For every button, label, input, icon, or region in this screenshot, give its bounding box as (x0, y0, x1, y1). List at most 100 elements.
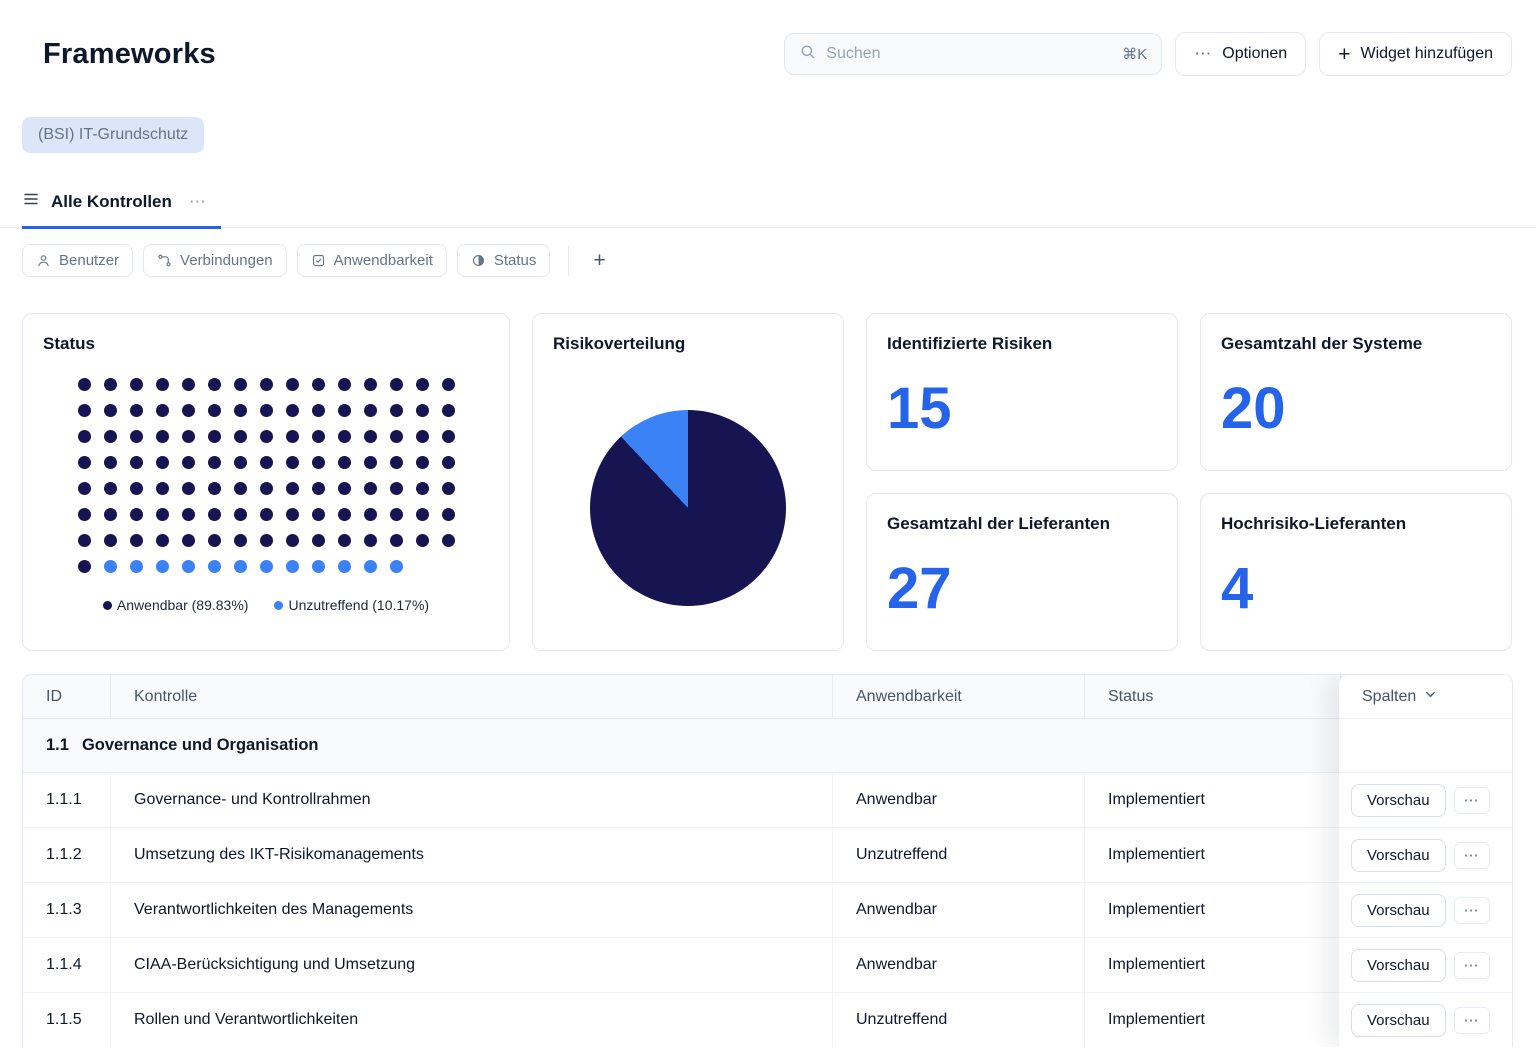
matrix-dot (156, 508, 169, 521)
preview-button[interactable]: Vorschau (1351, 894, 1446, 927)
tab-more-icon[interactable]: ⋯ (189, 192, 207, 212)
cell-anwendbarkeit: Unzutreffend (833, 993, 1085, 1047)
preview-button[interactable]: Vorschau (1351, 839, 1446, 872)
matrix-dot (286, 456, 299, 469)
options-button[interactable]: ⋯ Optionen (1175, 32, 1306, 76)
table-body: 1.1.1Governance- und KontrollrahmenAnwen… (23, 773, 1512, 1047)
matrix-dot (104, 560, 117, 573)
matrix-dot (208, 508, 221, 521)
matrix-dot (234, 508, 247, 521)
matrix-dot (312, 404, 325, 417)
stat-card-value: 27 (887, 560, 1157, 618)
filter-status[interactable]: Status (457, 244, 551, 277)
group-row: 1.1 Governance und Organisation (23, 719, 1512, 773)
matrix-dot (286, 430, 299, 443)
add-filter-button[interactable]: + (587, 248, 611, 273)
matrix-dot (182, 430, 195, 443)
matrix-dot (364, 482, 377, 495)
matrix-dot (130, 508, 143, 521)
matrix-dot (286, 378, 299, 391)
row-more-button[interactable]: ⋯ (1454, 842, 1490, 869)
matrix-dot (338, 560, 351, 573)
matrix-dot (442, 534, 455, 547)
matrix-dot (260, 456, 273, 469)
search-input[interactable] (826, 45, 1112, 63)
preview-button[interactable]: Vorschau (1351, 1004, 1446, 1037)
legend-dot-unzutreffend (274, 601, 283, 610)
matrix-dot (182, 534, 195, 547)
row-more-button[interactable]: ⋯ (1454, 952, 1490, 979)
matrix-dot (390, 560, 403, 573)
table-row[interactable]: 1.1.3Verantwortlichkeiten des Management… (23, 883, 1512, 938)
status-card: Status Anwendbar (89.83%) Unzutreffend (… (22, 313, 510, 651)
matrix-dot (338, 534, 351, 547)
matrix-dot (312, 430, 325, 443)
matrix-dot (156, 404, 169, 417)
framework-chip[interactable]: (BSI) IT-Grundschutz (22, 117, 204, 153)
cell-status: Implementiert (1085, 883, 1341, 937)
matrix-dot (234, 404, 247, 417)
matrix-dot (390, 534, 403, 547)
matrix-dot (312, 482, 325, 495)
cell-anwendbarkeit: Anwendbar (833, 773, 1085, 827)
matrix-dot (390, 404, 403, 417)
row-actions: Vorschau ⋯ (1339, 773, 1512, 828)
matrix-dot (260, 404, 273, 417)
matrix-dot (104, 430, 117, 443)
matrix-dot (78, 378, 91, 391)
stat-card-title: Gesamtzahl der Lieferanten (887, 514, 1157, 534)
matrix-dot (234, 534, 247, 547)
preview-button[interactable]: Vorschau (1351, 784, 1446, 817)
filter-verbindungen[interactable]: Verbindungen (143, 244, 287, 277)
matrix-dot (442, 456, 455, 469)
col-header-status: Status (1085, 675, 1341, 718)
connections-icon (157, 253, 172, 268)
filter-anwendbarkeit[interactable]: Anwendbarkeit (297, 244, 447, 277)
matrix-dot (260, 560, 273, 573)
table-row[interactable]: 1.1.1Governance- und KontrollrahmenAnwen… (23, 773, 1512, 828)
stat-card-value: 4 (1221, 560, 1491, 618)
matrix-dot (130, 430, 143, 443)
add-widget-button[interactable]: + Widget hinzufügen (1319, 32, 1512, 76)
matrix-dot (442, 404, 455, 417)
group-label: Governance und Organisation (82, 736, 319, 755)
legend-item-unzutreffend: Unzutreffend (10.17%) (274, 597, 429, 613)
table-row[interactable]: 1.1.5Rollen und VerantwortlichkeitenUnzu… (23, 993, 1512, 1047)
more-icon: ⋯ (1194, 44, 1212, 64)
filter-benutzer[interactable]: Benutzer (22, 244, 133, 277)
stat-card-gesamtzahl-lieferanten: Gesamtzahl der Lieferanten 27 (866, 493, 1178, 651)
search-box[interactable]: ⌘K (784, 33, 1162, 75)
matrix-dot (182, 378, 195, 391)
matrix-dot (260, 430, 273, 443)
matrix-dot (286, 404, 299, 417)
matrix-dot (390, 508, 403, 521)
row-more-button[interactable]: ⋯ (1454, 787, 1490, 814)
plus-icon: + (1338, 44, 1350, 65)
tab-label: Alle Kontrollen (51, 192, 172, 212)
cell-id: 1.1.3 (23, 883, 111, 937)
cell-anwendbarkeit: Anwendbar (833, 883, 1085, 937)
row-more-button[interactable]: ⋯ (1454, 897, 1490, 924)
tab-alle-kontrollen[interactable]: Alle Kontrollen ⋯ (22, 190, 221, 229)
matrix-dot (364, 456, 377, 469)
matrix-dot (416, 378, 429, 391)
table-row[interactable]: 1.1.2Umsetzung des IKT-Risikomanagements… (23, 828, 1512, 883)
tabs: Alle Kontrollen ⋯ (0, 190, 1536, 228)
group-id: 1.1 (46, 736, 69, 755)
matrix-dot (312, 560, 325, 573)
matrix-dot (156, 430, 169, 443)
matrix-dot (156, 482, 169, 495)
row-more-button[interactable]: ⋯ (1454, 1007, 1490, 1034)
matrix-dot (364, 378, 377, 391)
matrix-dot (364, 560, 377, 573)
table-row[interactable]: 1.1.4CIAA-Berücksichtigung und Umsetzung… (23, 938, 1512, 993)
preview-button[interactable]: Vorschau (1351, 949, 1446, 982)
columns-menu-button[interactable]: Spalten (1339, 675, 1512, 719)
matrix-dot (208, 534, 221, 547)
matrix-dot (416, 404, 429, 417)
matrix-dot (260, 378, 273, 391)
matrix-dot (130, 404, 143, 417)
matrix-dot (442, 508, 455, 521)
matrix-dot (156, 534, 169, 547)
matrix-dot (416, 430, 429, 443)
